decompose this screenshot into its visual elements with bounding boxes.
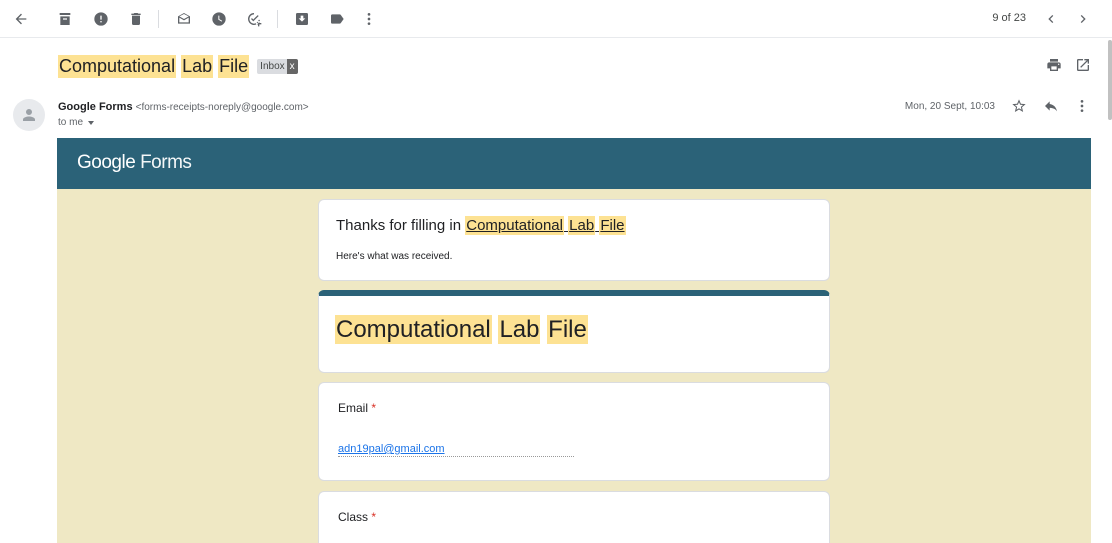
print-icon[interactable] xyxy=(1046,57,1064,75)
inbox-label-text: Inbox xyxy=(260,61,285,72)
thanks-prefix: Thanks for filling in xyxy=(336,217,462,234)
form-link-word[interactable]: Computational xyxy=(465,216,564,235)
email-answer-link[interactable]: adn19pal@gmail.com xyxy=(338,443,574,457)
subject-word: File xyxy=(218,55,250,78)
google-forms-logo: Google Forms xyxy=(77,152,192,174)
subject-word: Computational xyxy=(58,55,177,78)
form-link-word[interactable]: File xyxy=(599,216,626,235)
received-note: Here's what was received. xyxy=(336,251,453,262)
mark-unread-icon[interactable] xyxy=(174,9,194,29)
question-label-text: Class xyxy=(338,510,369,524)
label-icon[interactable] xyxy=(327,9,347,29)
email-subject: Computational Lab File Inbox x xyxy=(58,55,298,78)
required-marker: * xyxy=(371,401,377,415)
inbox-label[interactable]: Inbox x xyxy=(257,59,298,74)
scrollbar[interactable] xyxy=(1108,40,1112,120)
thanks-card: Thanks for filling in Computational Lab … xyxy=(318,199,830,281)
email-toolbar: 9 of 23 xyxy=(0,0,1112,38)
form-title-card: Computational Lab File xyxy=(318,290,830,373)
move-to-icon[interactable] xyxy=(292,9,312,29)
logo-forms-word: Forms xyxy=(140,152,192,173)
sender-email: <forms-receipts-noreply@google.com> xyxy=(135,102,309,113)
question-label-text: Email xyxy=(338,401,369,415)
thanks-text: Thanks for filling in Computational Lab … xyxy=(336,216,626,235)
form-title-word: Lab xyxy=(498,315,541,344)
required-marker: * xyxy=(371,510,377,524)
recipient-label: to me xyxy=(58,117,84,128)
question-label: Email * xyxy=(338,401,376,415)
recipient-details[interactable]: to me xyxy=(58,117,95,128)
remove-label-button[interactable]: x xyxy=(286,59,298,74)
archive-icon[interactable] xyxy=(55,9,75,29)
chevron-left-icon[interactable] xyxy=(1041,9,1061,29)
star-icon[interactable] xyxy=(1011,98,1029,116)
person-icon xyxy=(23,109,35,121)
open-in-new-window-icon[interactable] xyxy=(1075,57,1093,75)
page-count: 9 of 23 xyxy=(992,12,1026,24)
form-title-word: Computational xyxy=(335,315,492,344)
toolbar-divider xyxy=(158,10,159,28)
question-card-email: Email * adn19pal@gmail.com xyxy=(318,382,830,481)
back-arrow-icon[interactable] xyxy=(11,9,31,29)
subject-word: Lab xyxy=(181,55,214,78)
question-card-class: Class * xyxy=(318,491,830,543)
delete-icon[interactable] xyxy=(126,9,146,29)
sender-name[interactable]: Google Forms xyxy=(58,101,133,113)
form-link-word[interactable]: Lab xyxy=(568,216,596,235)
google-forms-header: Google Forms xyxy=(57,138,1091,189)
avatar[interactable] xyxy=(13,99,45,131)
sender-info: Google Forms <forms-receipts-noreply@goo… xyxy=(58,101,309,113)
form-title: Computational Lab File xyxy=(335,315,588,344)
logo-google-word: Google xyxy=(77,152,136,173)
add-to-tasks-icon[interactable] xyxy=(244,9,264,29)
question-label: Class * xyxy=(338,510,376,524)
more-icon[interactable] xyxy=(359,9,379,29)
form-title-word: File xyxy=(547,315,588,344)
chevron-right-icon[interactable] xyxy=(1073,9,1093,29)
report-spam-icon[interactable] xyxy=(91,9,111,29)
email-date: Mon, 20 Sept, 10:03 xyxy=(904,101,995,112)
more-options-icon[interactable] xyxy=(1074,98,1092,116)
snooze-icon[interactable] xyxy=(209,9,229,29)
reply-icon[interactable] xyxy=(1043,98,1061,116)
toolbar-divider xyxy=(277,10,278,28)
caret-down-icon[interactable] xyxy=(88,120,95,125)
